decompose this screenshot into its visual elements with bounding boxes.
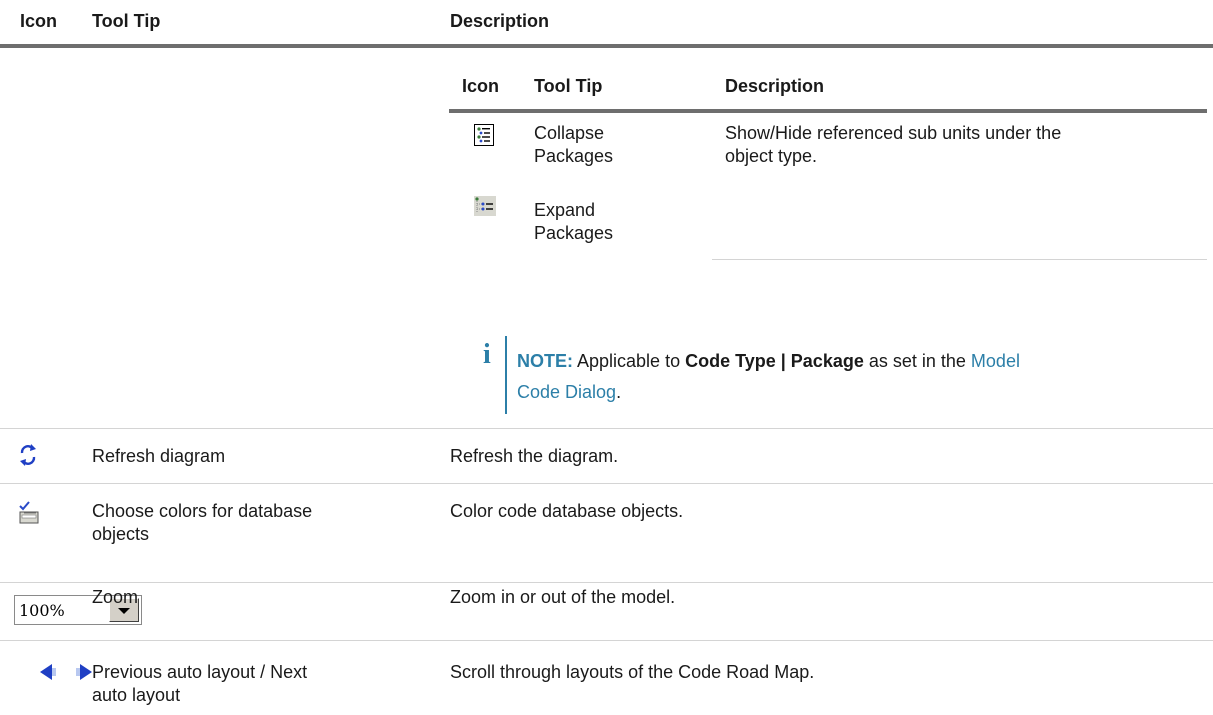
row-rule-3: [0, 582, 1213, 583]
note-text-2: as set in the: [863, 351, 971, 371]
collapse-packages-tooltip: Collapse Packages: [534, 123, 614, 166]
note-text: NOTE: Applicable to Code Type | Package …: [517, 346, 1207, 408]
prev-next-arrows-icon: [40, 664, 92, 685]
row-rule-1: [0, 428, 1213, 429]
expand-packages-tooltip: Expand Packages: [534, 200, 614, 243]
collapse-packages-icon: [474, 124, 494, 151]
refresh-diagram-description: Refresh the diagram.: [450, 446, 619, 466]
outer-header-icon: Icon: [20, 11, 58, 31]
note-end: .: [616, 382, 622, 402]
note-bold: Code Type | Package: [685, 351, 864, 371]
color-objects-icon: [18, 500, 40, 529]
model-code-dialog-link-cont[interactable]: Code Dialog: [517, 382, 616, 402]
outer-header-tooltip: Tool Tip: [92, 11, 161, 31]
color-objects-description: Color code database objects.: [450, 501, 684, 521]
expand-packages-icon: [474, 196, 496, 221]
info-icon: i: [483, 339, 491, 370]
note-text-1: Applicable to: [573, 351, 686, 371]
inner-description: Show/Hide referenced sub units under the…: [725, 123, 1062, 166]
prev-next-description: Scroll through layouts of the Code Road …: [450, 662, 815, 682]
prev-next-tooltip: Previous auto layout / Next auto layout: [92, 662, 308, 705]
inner-header-tooltip: Tool Tip: [534, 76, 603, 96]
note-bar: [505, 336, 507, 414]
zoom-tooltip: Zoom: [92, 587, 139, 607]
inner-header-icon: Icon: [462, 76, 500, 96]
inner-header-rule: [449, 109, 1207, 113]
outer-header-description: Description: [450, 11, 550, 31]
inner-header-description: Description: [725, 76, 825, 96]
row-rule-2: [0, 483, 1213, 484]
refresh-diagram-tooltip: Refresh diagram: [92, 446, 226, 466]
note-label: NOTE:: [517, 351, 573, 371]
outer-header-rule: [0, 44, 1213, 48]
zoom-value: 100%: [19, 601, 65, 620]
row-rule-4: [0, 640, 1213, 641]
zoom-description: Zoom in or out of the model.: [450, 587, 676, 607]
color-objects-tooltip: Choose colors for database objects: [92, 501, 313, 544]
refresh-diagram-icon: [18, 443, 38, 472]
model-code-dialog-link[interactable]: Model: [971, 351, 1020, 371]
inner-table-bottom-rule: [712, 259, 1207, 260]
